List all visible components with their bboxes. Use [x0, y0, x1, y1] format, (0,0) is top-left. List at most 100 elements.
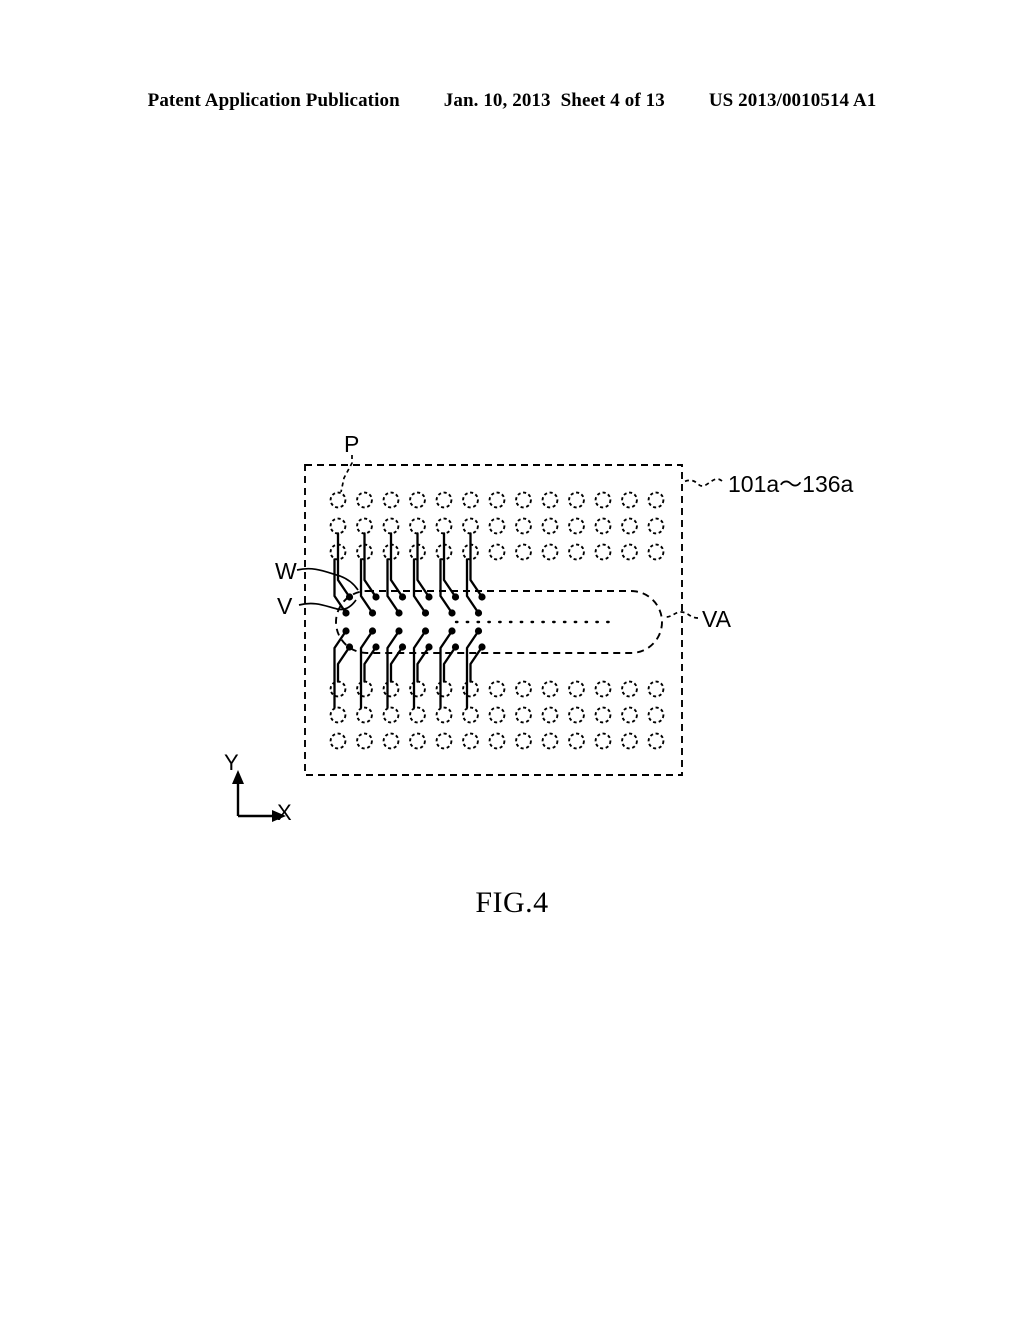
pad-bottom — [356, 680, 373, 698]
figure-drawing — [232, 455, 723, 822]
pad-top — [621, 543, 638, 561]
pad-bottom — [488, 706, 506, 724]
pad-top — [647, 491, 665, 509]
via-dot — [398, 593, 407, 601]
pad-top — [409, 517, 426, 535]
via-dot — [425, 643, 433, 651]
pad-top — [488, 543, 506, 561]
pad-bottom — [647, 706, 665, 724]
via-dot — [395, 609, 403, 617]
pad-bottom — [621, 680, 638, 698]
pad-bottom — [382, 680, 400, 698]
pad-bottom — [515, 706, 532, 724]
pad-top — [435, 491, 453, 509]
via-dot — [448, 609, 456, 617]
board-outline — [304, 464, 683, 776]
via-dot — [342, 609, 350, 617]
via-dot — [398, 643, 407, 651]
pad-top — [409, 491, 426, 509]
pad-bottom — [594, 706, 612, 724]
pad-top — [488, 491, 506, 509]
via-dot — [474, 627, 483, 635]
pad-top — [515, 517, 532, 535]
pad-bottom — [462, 706, 479, 724]
via-dot — [448, 627, 456, 635]
leader-pad-range — [682, 478, 723, 487]
wiring-trace — [336, 645, 351, 683]
pad-top — [462, 517, 479, 535]
wiring-trace — [359, 558, 374, 615]
pad-bottom — [568, 680, 585, 698]
pad-bottom — [435, 706, 453, 724]
via-dot — [368, 627, 377, 635]
via-dot — [451, 643, 460, 651]
label-pad-range: 101a～136a — [728, 471, 854, 497]
pad-bottom — [409, 732, 426, 750]
pad-top — [329, 517, 347, 535]
via-area-group — [335, 590, 663, 654]
leader-wiring — [296, 567, 359, 591]
pad-bottom — [382, 706, 400, 724]
via-dot — [421, 609, 430, 617]
pad-top — [462, 491, 479, 509]
via-dot — [372, 643, 380, 651]
pad-bottom — [409, 706, 426, 724]
pad-top — [647, 517, 665, 535]
leader-pad — [340, 455, 353, 493]
pad-top — [647, 543, 665, 561]
pad-bottom — [541, 706, 559, 724]
pad-bottom — [621, 706, 638, 724]
label-axis-x: X — [277, 800, 292, 825]
pad-bottom — [541, 732, 559, 750]
pad-bottom — [382, 732, 400, 750]
pad-top — [568, 543, 585, 561]
label-wiring: W — [275, 558, 297, 584]
board-outline-group — [304, 464, 683, 776]
wiring-trace — [333, 558, 348, 615]
pad-bottom — [541, 680, 559, 698]
wiring-trace — [442, 532, 457, 599]
pad-top — [515, 543, 532, 561]
via-dot — [478, 643, 486, 651]
pad-bottom — [435, 680, 453, 698]
pad-bottom — [435, 732, 453, 750]
pad-top — [568, 517, 585, 535]
pad-top — [541, 491, 559, 509]
pad-array-group — [329, 491, 665, 750]
pad-top — [488, 517, 506, 535]
pad-bottom — [462, 732, 479, 750]
wiring-trace — [465, 558, 480, 615]
label-pad: P — [344, 431, 360, 457]
pad-bottom — [462, 680, 479, 698]
label-axis-y: Y — [224, 750, 239, 775]
pad-bottom — [594, 732, 612, 750]
pad-top — [435, 517, 453, 535]
pad-top — [621, 491, 638, 509]
via-dot — [368, 609, 377, 617]
pad-top — [382, 517, 400, 535]
pad-bottom — [568, 706, 585, 724]
wiring-trace — [439, 558, 454, 615]
label-via-area: VA — [702, 606, 731, 632]
pad-top — [541, 517, 559, 535]
pad-top — [329, 491, 347, 509]
figure-caption: FIG.4 — [475, 886, 549, 919]
via-dot — [372, 593, 380, 601]
pad-top — [594, 491, 612, 509]
pad-top — [541, 543, 559, 561]
pad-top — [382, 491, 400, 509]
via-dot — [425, 593, 433, 601]
wiring-trace — [363, 532, 378, 599]
pad-bottom — [647, 680, 665, 698]
pad-bottom — [515, 732, 532, 750]
pad-bottom — [409, 680, 426, 698]
pad-top — [515, 491, 532, 509]
via-dot — [421, 627, 430, 635]
pad-top — [568, 491, 585, 509]
via-dot — [474, 609, 483, 617]
pad-top — [356, 491, 373, 509]
leader-via — [298, 599, 357, 611]
pad-top — [594, 517, 612, 535]
wiring-trace — [389, 532, 404, 599]
wiring-trace — [416, 532, 431, 599]
